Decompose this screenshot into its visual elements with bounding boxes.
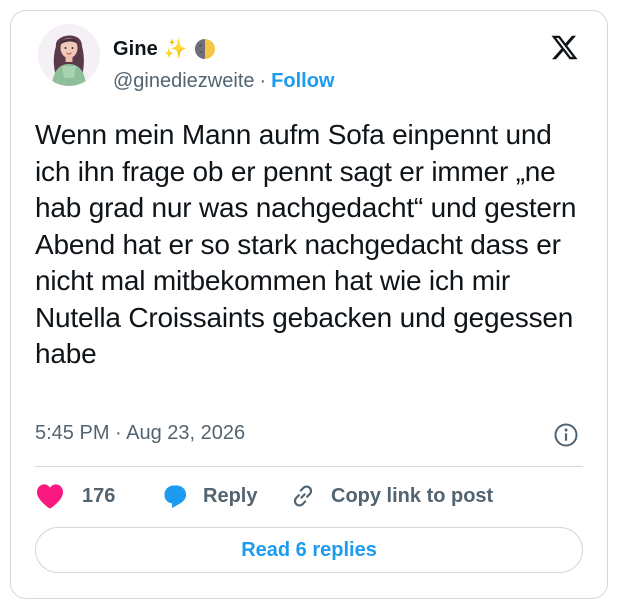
reply-bubble-icon — [164, 485, 187, 509]
heart-icon — [37, 484, 63, 509]
display-name[interactable]: Gine — [113, 38, 158, 61]
half-moon-emoji — [194, 39, 215, 59]
author-name-row: Gine ✨ — [113, 34, 216, 64]
sparkles-emoji: ✨ — [163, 38, 188, 60]
reply-label: Reply — [203, 484, 258, 507]
avatar-image — [38, 24, 100, 86]
reply-button[interactable]: Reply — [161, 483, 289, 509]
user-handle[interactable]: @ginediezweite — [113, 70, 255, 93]
read-replies-label: Read 6 replies — [241, 538, 377, 561]
action-bar: 176 Reply Copy link to post — [35, 478, 493, 514]
like-count: 176 — [82, 484, 116, 507]
avatar[interactable] — [38, 24, 100, 86]
tweet-timestamp[interactable]: 5:45 PM · Aug 23, 2026 — [35, 422, 245, 445]
info-icon[interactable] — [553, 422, 579, 448]
like-button[interactable]: 176 — [35, 483, 161, 509]
handle-row: @ginediezweite · Follow — [113, 70, 335, 93]
x-logo-icon[interactable] — [549, 33, 580, 62]
follow-button[interactable]: Follow — [271, 70, 334, 93]
tweet-text: Wenn mein Mann aufm Sofa einpennt und ic… — [35, 119, 577, 369]
separator-dot: · — [259, 70, 267, 92]
copy-link-button[interactable]: Copy link to post — [289, 483, 493, 509]
divider — [35, 466, 583, 467]
link-icon — [293, 485, 313, 507]
copy-link-label: Copy link to post — [331, 484, 494, 507]
read-replies-button[interactable]: Read 6 replies — [35, 527, 583, 573]
